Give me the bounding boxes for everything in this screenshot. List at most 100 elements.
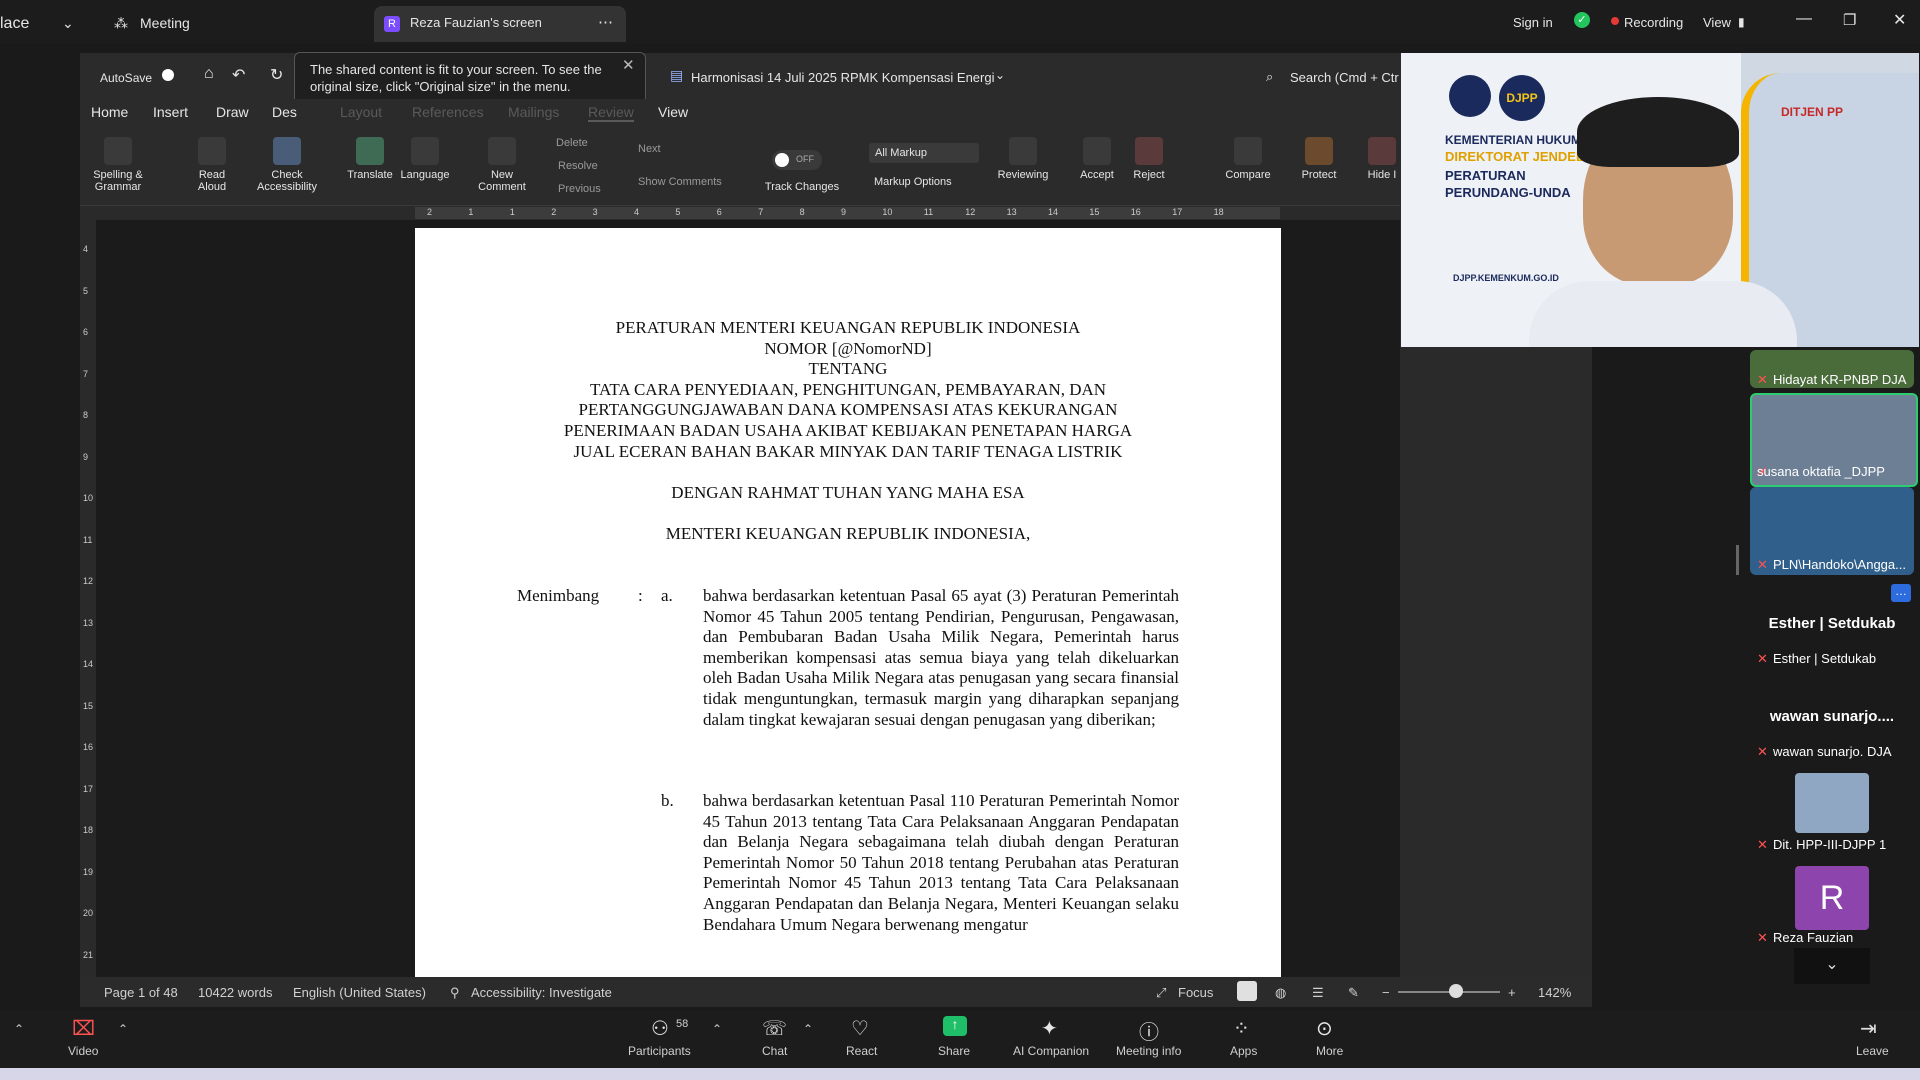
ai-companion-icon[interactable]: ✦: [1041, 1016, 1065, 1040]
apps-icon[interactable]: ⁘: [1233, 1016, 1257, 1040]
resolve-button[interactable]: Resolve: [558, 160, 598, 172]
share-screen-icon[interactable]: ↑: [943, 1016, 967, 1036]
delete-comment-button[interactable]: Delete: [556, 137, 588, 149]
chat-icon[interactable]: ☏: [762, 1016, 787, 1040]
language-button[interactable]: Language: [399, 137, 451, 181]
translate-button[interactable]: Translate: [344, 137, 396, 181]
react-heart-icon[interactable]: ♡: [851, 1016, 875, 1040]
chat-chevron-icon[interactable]: ⌃: [803, 1022, 813, 1036]
tab-draw[interactable]: Draw: [216, 104, 249, 120]
new-comment-icon: [488, 137, 516, 165]
tab-view[interactable]: View: [658, 104, 688, 120]
vertical-ruler-number: 8: [83, 410, 89, 420]
print-layout-icon[interactable]: [1237, 981, 1257, 1001]
security-shield-icon[interactable]: ✓: [1574, 12, 1590, 28]
apps-button[interactable]: Apps: [1230, 1044, 1257, 1058]
share-button[interactable]: Share: [938, 1044, 970, 1058]
undo-icon[interactable]: ↶: [232, 65, 245, 85]
meeting-info-button[interactable]: Meeting info: [1116, 1044, 1181, 1058]
ai-companion-button[interactable]: AI Companion: [1013, 1044, 1089, 1058]
video-button-label[interactable]: Video: [68, 1044, 98, 1058]
minimize-icon[interactable]: —: [1796, 10, 1812, 28]
more-options-icon[interactable]: ⋯: [598, 13, 613, 31]
track-changes-toggle[interactable]: OFF: [772, 150, 822, 170]
markup-options-button[interactable]: Markup Options: [874, 176, 952, 188]
audio-options-chevron-icon[interactable]: ⌃: [14, 1022, 24, 1036]
leave-button[interactable]: Leave: [1856, 1044, 1889, 1058]
document-page[interactable]: PERATURAN MENTERI KEUANGAN REPUBLIK INDO…: [415, 228, 1281, 978]
more-button[interactable]: More: [1316, 1044, 1343, 1058]
tab-design[interactable]: Des: [272, 104, 297, 120]
more-icon[interactable]: ⊙: [1316, 1016, 1340, 1040]
tab-layout[interactable]: Layout: [340, 104, 382, 120]
word-count[interactable]: 10422 words: [198, 985, 272, 1000]
autosave-toggle[interactable]: [162, 69, 174, 81]
tab-insert[interactable]: Insert: [153, 104, 188, 120]
reject-button[interactable]: Reject: [1127, 137, 1171, 181]
org-line-3: PERATURAN: [1445, 168, 1526, 183]
new-comment-button[interactable]: New Comment: [476, 137, 528, 193]
react-button[interactable]: React: [846, 1044, 877, 1058]
markup-select-value: All Markup: [875, 147, 927, 159]
spelling-grammar-button[interactable]: Spelling & Grammar: [90, 137, 146, 193]
tooltip-close-icon[interactable]: ✕: [622, 57, 635, 74]
word-search-input[interactable]: Search (Cmd + Ctr: [1290, 70, 1399, 85]
tile-more-icon[interactable]: …: [1891, 584, 1911, 602]
participants-chevron-icon[interactable]: ⌃: [712, 1022, 722, 1036]
menimbang-colon: :: [638, 586, 643, 605]
recording-label[interactable]: Recording: [1624, 15, 1683, 30]
title-chevron-icon[interactable]: ⌄: [995, 68, 1005, 82]
reviewing-pane-button[interactable]: Reviewing: [995, 137, 1051, 181]
zoom-slider-thumb[interactable]: [1449, 984, 1463, 998]
next-button[interactable]: Next: [638, 143, 661, 155]
show-comments-button[interactable]: Show Comments: [638, 176, 722, 188]
close-window-icon[interactable]: ✕: [1893, 10, 1906, 30]
page-count[interactable]: Page 1 of 48: [104, 985, 178, 1000]
focus-button[interactable]: Focus: [1178, 985, 1213, 1000]
gallery-scroll-down-icon[interactable]: ⌄: [1794, 948, 1870, 984]
meeting-tab[interactable]: Meeting: [140, 15, 190, 31]
markup-select[interactable]: All Markup: [869, 143, 979, 163]
language-status[interactable]: English (United States): [293, 985, 426, 1000]
tab-home[interactable]: Home: [91, 104, 128, 120]
speaker-video[interactable]: DJPP KEMENTERIAN HUKUM R DIREKTORAT JEND…: [1401, 53, 1919, 347]
sign-in-link[interactable]: Sign in: [1513, 15, 1553, 30]
accept-button[interactable]: Accept: [1075, 137, 1119, 181]
view-menu[interactable]: View: [1703, 15, 1731, 30]
draft-icon[interactable]: ✎: [1348, 985, 1359, 1001]
restore-icon[interactable]: ❐: [1843, 11, 1856, 29]
tab-review[interactable]: Review: [588, 104, 634, 122]
participants-button[interactable]: Participants: [628, 1044, 691, 1058]
gallery-resize-handle[interactable]: [1736, 545, 1739, 575]
view-grid-icon[interactable]: ▮: [1738, 15, 1745, 29]
redo-icon[interactable]: ↻: [270, 65, 283, 85]
hide-ink-button[interactable]: Hide I: [1365, 137, 1399, 181]
previous-button[interactable]: Previous: [558, 183, 601, 195]
tab-mailings[interactable]: Mailings: [508, 104, 559, 120]
document-title[interactable]: Harmonisasi 14 Juli 2025 RPMK Kompensasi…: [691, 70, 994, 85]
compare-button[interactable]: Compare: [1220, 137, 1276, 181]
search-icon[interactable]: ⌕: [1266, 69, 1273, 85]
zoom-out-icon[interactable]: −: [1382, 985, 1390, 1000]
accessibility-status[interactable]: Accessibility: Investigate: [471, 985, 612, 1000]
chevron-down-icon[interactable]: ⌄: [62, 15, 74, 32]
chat-button[interactable]: Chat: [762, 1044, 787, 1058]
leave-icon[interactable]: ⇥: [1860, 1016, 1884, 1040]
read-aloud-button[interactable]: Read Aloud: [196, 137, 228, 193]
meeting-info-icon[interactable]: ⓘ: [1139, 1016, 1163, 1044]
zoom-level[interactable]: 142%: [1538, 985, 1571, 1000]
video-off-icon[interactable]: ⌧: [72, 1016, 96, 1040]
participants-icon[interactable]: ⚇: [651, 1016, 675, 1040]
protect-button[interactable]: Protect: [1296, 137, 1342, 181]
video-options-chevron-icon[interactable]: ⌃: [118, 1022, 128, 1036]
web-layout-icon[interactable]: ◍: [1275, 985, 1286, 1001]
outline-icon[interactable]: ☰: [1312, 985, 1324, 1001]
tab-references[interactable]: References: [412, 104, 484, 120]
track-changes-label[interactable]: Track Changes: [762, 181, 842, 193]
check-accessibility-button[interactable]: Check Accessibility: [252, 137, 322, 193]
ruler-numbers: 2 1 1 2 3 4 5 6 7 8 9 10 11 12 13 14 15 16 17 18: [415, 206, 1280, 220]
home-icon[interactable]: ⌂: [204, 65, 214, 83]
zoom-in-icon[interactable]: +: [1508, 985, 1516, 1000]
reject-icon: [1135, 137, 1163, 165]
participant-name: Hidayat KR-PNBP DJA: [1773, 372, 1907, 387]
